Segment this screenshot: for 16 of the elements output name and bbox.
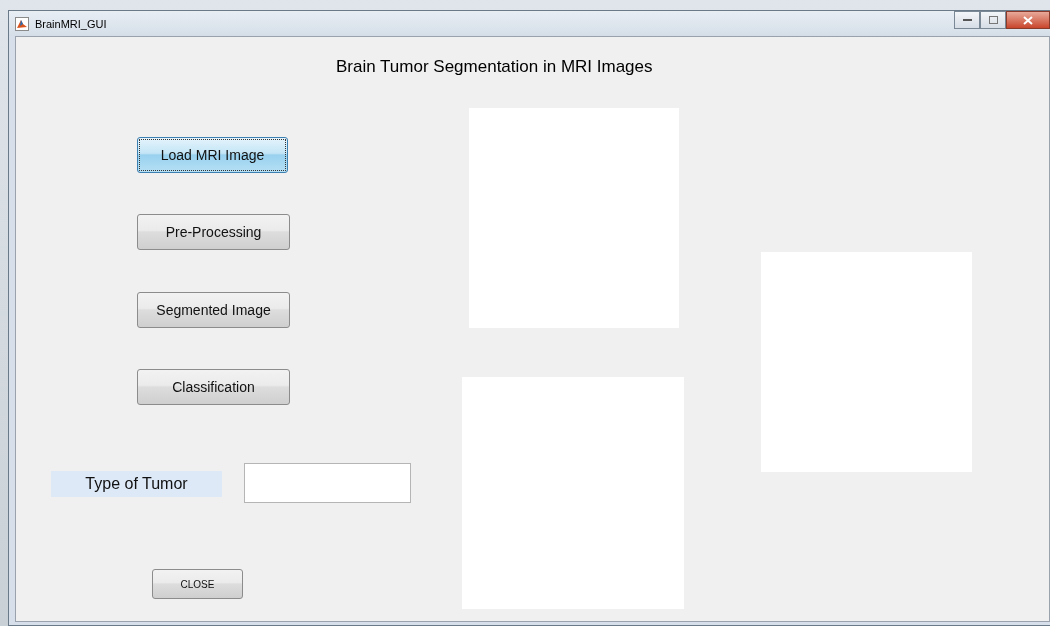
close-icon — [1023, 15, 1033, 25]
heading: Brain Tumor Segmentation in MRI Images — [336, 57, 653, 77]
maximize-button[interactable] — [980, 11, 1006, 29]
minimize-icon — [962, 18, 972, 22]
tumor-type-field[interactable] — [244, 463, 411, 503]
action-button[interactable]: Classification — [137, 369, 290, 405]
minimize-button[interactable] — [954, 11, 980, 29]
action-button[interactable]: Segmented Image — [137, 292, 290, 328]
action-button[interactable]: Load MRI Image — [137, 137, 288, 173]
close-button[interactable]: CLOSE — [152, 569, 243, 599]
close-window-button[interactable] — [1006, 11, 1050, 29]
action-button[interactable]: Pre-Processing — [137, 214, 290, 250]
app-icon — [15, 16, 29, 31]
tumor-type-label: Type of Tumor — [51, 471, 222, 497]
maximize-icon — [988, 16, 998, 24]
window-title: BrainMRI_GUI — [35, 17, 107, 30]
